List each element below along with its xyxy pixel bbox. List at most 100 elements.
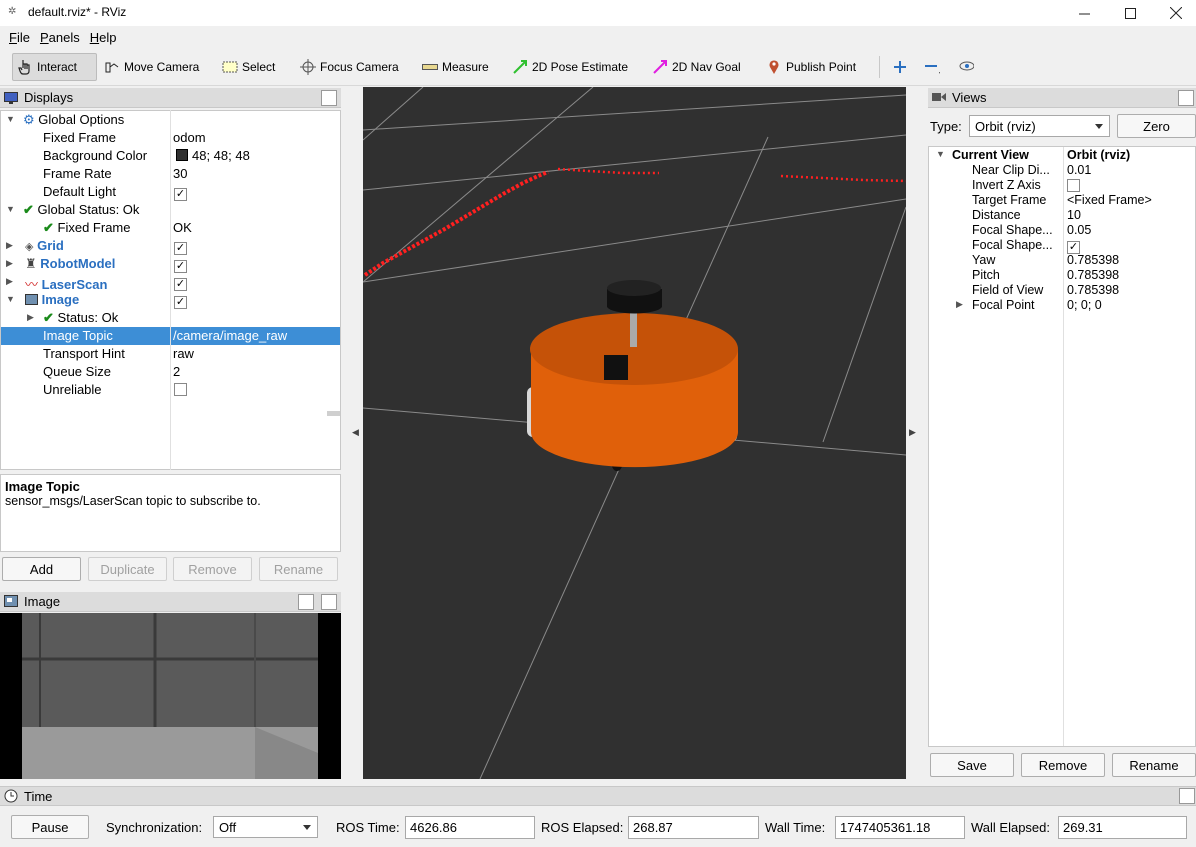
views-title: Views — [952, 90, 987, 105]
view-row-target-frame[interactable]: Target Frame <Fixed Frame> — [929, 193, 1195, 208]
image-checkbox[interactable]: ✓ — [174, 296, 187, 309]
row-value[interactable]: 0.785398 — [1067, 283, 1119, 297]
collapse-arrow-icon[interactable]: ▼ — [6, 294, 16, 304]
image-panel-header: Image — [0, 592, 341, 612]
row-label: Image — [41, 292, 80, 307]
interact-tool[interactable]: Interact — [12, 53, 97, 81]
row-value[interactable]: odom — [173, 130, 206, 145]
view-row-distance[interactable]: Distance 10 — [929, 208, 1195, 223]
menu-file[interactable]: File — [4, 30, 35, 45]
grid-checkbox[interactable]: ✓ — [174, 242, 187, 255]
maximize-button[interactable] — [1107, 0, 1153, 26]
toolbar-separator — [879, 56, 880, 78]
collapse-arrow-icon[interactable]: ▼ — [6, 114, 16, 124]
publish-point-tool[interactable]: Publish Point — [762, 53, 860, 81]
row-label: Distance — [972, 208, 1021, 222]
robotmodel-checkbox[interactable]: ✓ — [174, 260, 187, 273]
tree-scrollbar[interactable] — [327, 411, 340, 416]
row-value[interactable]: 0.01 — [1067, 163, 1091, 177]
sync-select[interactable]: Off — [213, 816, 318, 838]
add-display-button[interactable]: Add — [2, 557, 81, 581]
remove-view-button[interactable]: Remove — [1021, 753, 1105, 777]
row-value[interactable]: raw — [173, 346, 194, 361]
eye-icon — [958, 59, 974, 75]
row-value[interactable]: 10 — [1067, 208, 1081, 222]
row-value[interactable]: 0; 0; 0 — [1067, 298, 1102, 312]
measure-tool[interactable]: Measure — [418, 53, 493, 81]
select-tool[interactable]: Select — [218, 53, 279, 81]
row-value[interactable]: 0.785398 — [1067, 253, 1119, 267]
view-type-select[interactable]: Orbit (rviz) — [969, 115, 1110, 137]
view-row-focal-point[interactable]: ▶ Focal Point 0; 0; 0 — [929, 298, 1195, 313]
menu-panels[interactable]: Panels — [35, 30, 85, 45]
zero-view-button[interactable]: Zero — [1117, 114, 1196, 138]
tool-visibility-button[interactable] — [954, 53, 978, 81]
remove-tool-button[interactable] — [920, 53, 944, 81]
pause-button[interactable]: Pause — [11, 815, 89, 839]
collapse-arrow-icon[interactable]: ▼ — [6, 204, 16, 214]
expand-arrow-icon[interactable]: ▶ — [6, 258, 16, 269]
invert-z-checkbox[interactable] — [1067, 179, 1080, 192]
wall-time-field[interactable]: 1747405361.18 — [835, 816, 965, 839]
remove-display-button[interactable]: Remove — [173, 557, 252, 581]
minimize-button[interactable] — [1061, 0, 1107, 26]
rename-view-button[interactable]: Rename — [1112, 753, 1196, 777]
color-swatch[interactable] — [176, 149, 188, 161]
expand-arrow-icon[interactable]: ▶ — [6, 276, 16, 287]
menu-help[interactable]: Help — [85, 30, 122, 45]
default-light-checkbox[interactable]: ✓ — [174, 188, 187, 201]
left-splitter-arrow-icon[interactable]: ◀ — [352, 427, 359, 438]
ros-elapsed-field[interactable]: 268.87 — [628, 816, 759, 839]
row-value[interactable]: /camera/image_raw — [173, 328, 287, 343]
row-value[interactable]: <Fixed Frame> — [1067, 193, 1152, 207]
view-row-focal-shape-fixed[interactable]: Focal Shape... ✓ — [929, 238, 1195, 254]
wall-elapsed-field[interactable]: 269.31 — [1058, 816, 1187, 839]
expand-arrow-icon[interactable]: ▶ — [6, 240, 16, 251]
move-camera-tool[interactable]: Move Camera — [100, 53, 203, 81]
duplicate-display-button[interactable]: Duplicate — [88, 557, 167, 581]
row-value[interactable]: 0.785398 — [1067, 268, 1119, 282]
view-row-focal-shape-size[interactable]: Focal Shape... 0.05 — [929, 223, 1195, 238]
camera-image — [22, 613, 318, 779]
close-button[interactable] — [1153, 0, 1196, 26]
add-tool-button[interactable] — [888, 53, 912, 81]
ros-time-field[interactable]: 4626.86 — [405, 816, 535, 839]
collapse-arrow-icon[interactable]: ▼ — [936, 149, 946, 159]
save-view-button[interactable]: Save — [930, 753, 1014, 777]
pose-estimate-label: 2D Pose Estimate — [532, 60, 629, 74]
expand-arrow-icon[interactable]: ▶ — [27, 312, 37, 323]
displays-undock-button[interactable] — [321, 90, 337, 106]
chevron-down-icon — [1095, 124, 1103, 129]
tree-column-divider[interactable] — [170, 110, 171, 470]
row-value[interactable]: 2 — [173, 364, 180, 379]
image-close-button[interactable] — [321, 594, 337, 610]
view-row-pitch[interactable]: Pitch 0.785398 — [929, 268, 1195, 283]
move-camera-icon — [104, 59, 120, 75]
publish-point-label: Publish Point — [786, 60, 857, 74]
rename-display-button[interactable]: Rename — [259, 557, 338, 581]
right-splitter-arrow-icon[interactable]: ▶ — [909, 427, 916, 438]
row-label: Target Frame — [972, 193, 1047, 207]
expand-arrow-icon[interactable]: ▶ — [956, 299, 966, 310]
row-value[interactable]: 30 — [173, 166, 187, 181]
view-row-field-of-view[interactable]: Field of View 0.785398 — [929, 283, 1195, 298]
row-value: Orbit (rviz) — [1067, 148, 1131, 162]
image-undock-button[interactable] — [298, 594, 314, 610]
view-row-invert-z[interactable]: Invert Z Axis — [929, 178, 1195, 193]
row-label: Transport Hint — [43, 346, 125, 361]
views-undock-button[interactable] — [1178, 90, 1194, 106]
time-undock-button[interactable] — [1179, 788, 1195, 804]
unreliable-checkbox[interactable] — [174, 383, 187, 396]
pose-estimate-tool[interactable]: 2D Pose Estimate — [508, 53, 632, 81]
view-row-near-clip[interactable]: Near Clip Di... 0.01 — [929, 163, 1195, 178]
measure-label: Measure — [442, 60, 489, 74]
view-row-current-view[interactable]: ▼ Current View Orbit (rviz) — [929, 148, 1195, 163]
row-value[interactable]: 0.05 — [1067, 223, 1091, 237]
3d-render-view[interactable] — [363, 87, 906, 779]
row-label: Focal Shape... — [972, 238, 1053, 252]
focus-camera-tool[interactable]: Focus Camera — [296, 53, 403, 81]
nav-goal-tool[interactable]: 2D Nav Goal — [648, 53, 745, 81]
laserscan-checkbox[interactable]: ✓ — [174, 278, 187, 291]
laser-scan-icon: 〰 — [25, 277, 39, 292]
view-row-yaw[interactable]: Yaw 0.785398 — [929, 253, 1195, 268]
